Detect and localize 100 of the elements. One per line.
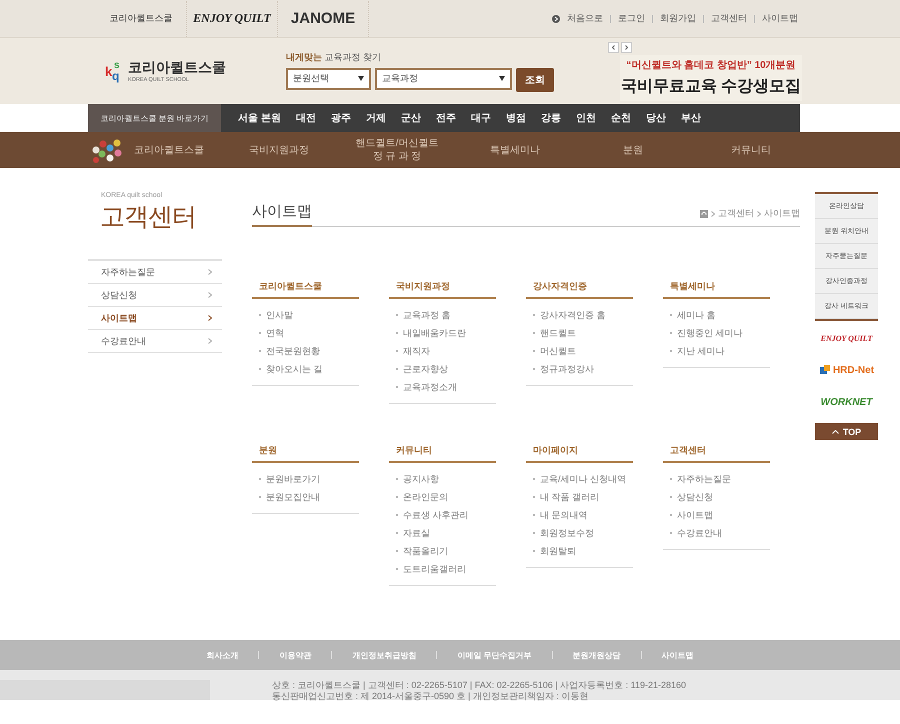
breadcrumb-item[interactable]: 고객센터 <box>718 207 754 220</box>
dropdown-icon <box>358 76 364 81</box>
sitemap-link[interactable]: 전국분원현황 <box>266 345 320 357</box>
sitemap-heading[interactable]: 특별세미나 <box>663 280 770 299</box>
nav-link[interactable]: 특별세미나 <box>456 144 574 156</box>
search-title: 내게맞는 교육과정 찾기 <box>286 50 382 64</box>
sitemap-link[interactable]: 내 문의내역 <box>540 509 588 521</box>
sitemap-link[interactable]: 정규과정강사 <box>540 363 594 375</box>
partner-logo[interactable]: HRD-Net <box>832 364 874 376</box>
sitemap-link[interactable]: 사이트맵 <box>677 509 713 521</box>
branch-label: 코리아퀼트스쿨 분원 바로가기 <box>88 104 221 132</box>
top-button[interactable]: TOP <box>815 423 878 440</box>
partner-logo[interactable]: JANOME <box>290 10 356 27</box>
top-link[interactable]: 회원가입 <box>660 12 696 25</box>
sitemap-link[interactable]: 도트리움갤러리 <box>403 563 466 575</box>
branch-link[interactable]: 당산 <box>646 111 666 125</box>
sitemap-link[interactable]: 지난 세미나 <box>677 345 725 357</box>
sitemap-link[interactable]: 자료실 <box>403 527 430 539</box>
branch-link[interactable]: 광주 <box>330 111 351 125</box>
sitemap-heading[interactable]: 국비지원과정 <box>389 280 496 299</box>
sitemap-link[interactable]: 진행중인 세미나 <box>677 327 743 339</box>
previous-icon[interactable] <box>608 42 619 52</box>
partner-logo[interactable]: 코리아퀼트스쿨 <box>110 12 172 25</box>
chevron-icon <box>208 315 212 321</box>
branch-link[interactable]: 서울 본원 <box>238 111 281 125</box>
sitemap-link[interactable]: 내 작품 갤러리 <box>540 491 600 503</box>
partner-logo[interactable]: ENJOY QUILT <box>193 11 271 26</box>
sitemap-link[interactable]: 수료생 사후관리 <box>403 509 469 521</box>
branch-link[interactable]: 강릉 <box>540 111 561 125</box>
branch-link[interactable]: 전주 <box>436 111 456 125</box>
sitemap-heading[interactable]: 강사자격인증 <box>526 280 633 299</box>
sitemap-link[interactable]: 작품올리기 <box>403 545 448 557</box>
page-title: 사이트맵 <box>252 202 312 227</box>
sitemap-link[interactable]: 자주하는질문 <box>677 473 731 485</box>
sitemap-link[interactable]: 온라인문의 <box>403 491 448 503</box>
chevron-icon <box>208 269 212 275</box>
sitemap-link[interactable]: 분원모집안내 <box>266 491 320 503</box>
nav-link[interactable]: 커뮤니티 <box>692 144 810 156</box>
sidebar-item[interactable]: 자주하는질문 <box>88 261 222 284</box>
sitemap-heading[interactable]: 고객센터 <box>663 444 770 463</box>
home-icon[interactable] <box>700 210 708 218</box>
next-icon[interactable] <box>621 42 632 52</box>
top-link[interactable]: 로그인 <box>618 12 645 25</box>
sitemap-link[interactable]: 회원탈퇴 <box>540 545 576 557</box>
branch-link[interactable]: 대구 <box>470 111 491 125</box>
sitemap-link[interactable]: 찾아오시는 길 <box>266 363 323 375</box>
nav-link[interactable]: 분원 <box>574 144 692 156</box>
sitemap-link[interactable]: 연혁 <box>266 327 284 339</box>
sitemap-link[interactable]: 강사자격인증 홈 <box>540 309 606 321</box>
nav-link[interactable]: 국비지원과정 <box>220 144 338 156</box>
sidebar-item[interactable]: 사이트맵 <box>88 307 222 330</box>
sitemap-link[interactable]: 교육과정소개 <box>403 381 457 393</box>
sidebar-item[interactable]: 수강료안내 <box>88 330 222 353</box>
sitemap-link[interactable]: 핸드퀼트 <box>540 327 576 339</box>
sitemap-link[interactable]: 교육과정 홈 <box>403 309 451 321</box>
sitemap-heading[interactable]: 코리아퀼트스쿨 <box>252 280 359 299</box>
top-link[interactable]: 사이트맵 <box>762 12 798 25</box>
sitemap-heading[interactable]: 커뮤니티 <box>389 444 496 463</box>
sitemap-link[interactable]: 공지사항 <box>403 473 439 485</box>
sitemap-link[interactable]: 세미나 홈 <box>677 309 716 321</box>
banner-headline: 국비무료교육 수강생모집 <box>620 77 802 97</box>
top-link[interactable]: 처음으로 <box>567 12 603 25</box>
dropdown-icon <box>499 76 505 81</box>
branch-link[interactable]: 거제 <box>366 111 386 125</box>
sitemap-heading[interactable]: 분원 <box>252 444 359 463</box>
footer-info: 통신판매업신고번호 : 제 2014-서울중구-0590 호 | 개인정보관리책임자 : 이동현 <box>272 691 590 701</box>
promo-banner[interactable]: “머신퀼트와 홈데코 창업반” 10개분원 국비무료교육 수강생모집 <box>620 54 802 100</box>
sidebar-item[interactable]: 상담신청 <box>88 284 222 307</box>
branch-link[interactable]: 병점 <box>506 111 526 125</box>
course-select[interactable]: 교육과정 <box>375 68 512 90</box>
sitemap-link[interactable]: 머신퀼트 <box>540 345 576 357</box>
sitemap-link[interactable]: 재직자 <box>403 345 430 357</box>
partner-logo[interactable]: WORKNET <box>820 396 872 408</box>
chevron-icon <box>208 292 212 298</box>
section-title: 고객센터 <box>100 202 197 233</box>
sitemap-link[interactable]: 교육/세미나 신청내역 <box>540 473 626 485</box>
partner-logo[interactable]: ENJOY QUILT <box>820 334 872 342</box>
breadcrumb-item[interactable]: 사이트맵 <box>764 207 800 220</box>
sitemap-link[interactable]: 인사말 <box>266 309 293 321</box>
sitemap-heading[interactable]: 마이페이지 <box>526 444 633 463</box>
branch-link[interactable]: 부산 <box>680 111 701 125</box>
sitemap-link[interactable]: 수강료안내 <box>677 527 722 539</box>
cube-icon <box>818 364 831 376</box>
search-button[interactable]: 조회 <box>516 68 554 92</box>
sitemap-link[interactable]: 상담신청 <box>677 491 713 503</box>
branch-link[interactable]: 인천 <box>576 111 596 125</box>
sitemap-link[interactable]: 분원바로가기 <box>266 473 320 485</box>
chevron-icon <box>711 210 715 216</box>
logo-text[interactable]: 코리아퀼트스쿨 <box>128 59 226 77</box>
branch-link[interactable]: 순천 <box>610 111 631 125</box>
branch-link[interactable]: 대전 <box>296 111 316 125</box>
top-link[interactable]: 고객센터 <box>711 12 747 25</box>
sitemap-link[interactable]: 근로자향상 <box>403 363 448 375</box>
sitemap-link[interactable]: 내일배움카드란 <box>403 327 466 339</box>
nav-link[interactable]: 핸드퀼트/머신퀼트 정 규 과 정 <box>338 137 456 163</box>
nav-link[interactable]: 코리아퀼트스쿨 <box>134 144 204 156</box>
branch-link[interactable]: 군산 <box>400 111 421 125</box>
branch-select[interactable]: 분원선택 <box>286 68 371 90</box>
caret-up-icon <box>832 430 839 434</box>
sitemap-link[interactable]: 회원정보수정 <box>540 527 594 539</box>
